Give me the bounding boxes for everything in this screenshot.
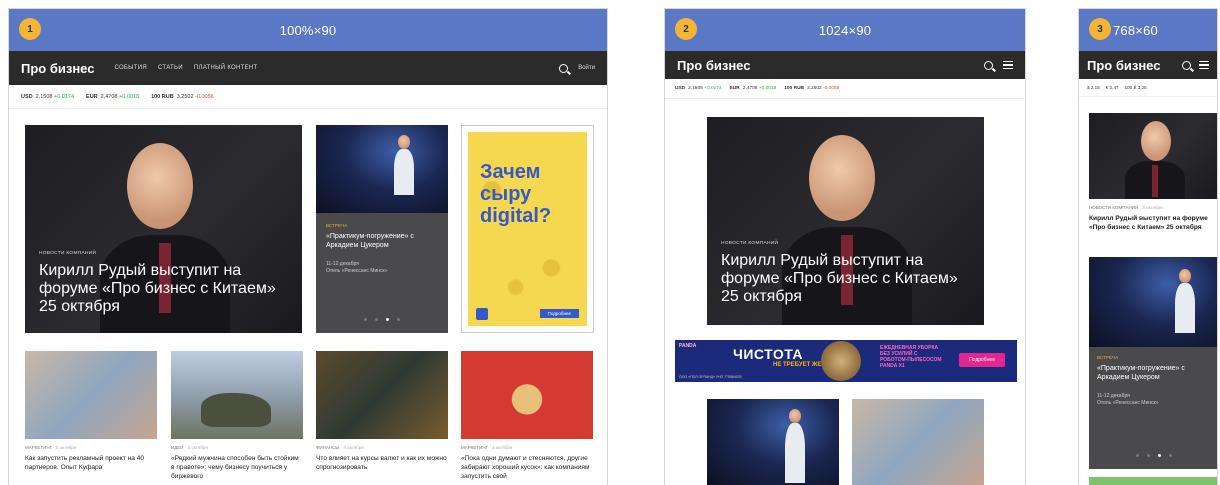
currency-bar: USD 2,1508 +0,0174 EUR 2,4708 +0,0018 100 …: [9, 85, 607, 109]
banner-legal: ООО «ПОЛ ОРЛАНД» УНП 775584033: [679, 375, 742, 379]
currency-usd: USD 2,1508 +0,0174: [21, 93, 75, 100]
card-title[interactable]: Что влияет на курсы валют и как их можно…: [316, 454, 448, 472]
ad-line-3: digital?: [480, 205, 552, 227]
site-nav: Про бизнес: [1079, 51, 1217, 79]
article-card-4[interactable]: Маркетинг 4 октября «Пока одни думают и с…: [461, 445, 593, 481]
article-card-3[interactable]: Финансы 4 октября Что влияет на курсы вал…: [316, 445, 448, 472]
frame-desktop: 1 100%×90 Про бизнес События Статьи Плат…: [8, 8, 608, 485]
ad-line-2: сыру: [480, 183, 532, 205]
ad-banner-panda[interactable]: PANDA ЧИСТОТА НЕ ТРЕБУЕТ ЖЕРТВ ЕЖЕДНЕВНА…: [675, 340, 1017, 382]
frame-header: 1 100%×90: [9, 9, 607, 51]
ad-line-1: Зачем: [480, 161, 541, 183]
ad-digital-cheese[interactable]: Зачем сыру digital? Подробнее: [461, 125, 594, 333]
frame-header: 2 1024×90: [665, 9, 1025, 51]
frame-number-badge: 1: [19, 18, 41, 40]
site-logo[interactable]: Про бизнес: [1087, 58, 1160, 73]
hero-card-mobile[interactable]: Новости компаний 3 октября Кирилл Рудый в…: [1089, 205, 1217, 232]
currency-bar: USD 2,1508 +0,0174 EUR 2,4708 +0,0018 100 …: [665, 79, 1025, 99]
site-nav: Про бизнес: [665, 51, 1025, 79]
robot-vacuum-icon: [821, 341, 861, 381]
card-photo-3[interactable]: [316, 351, 448, 439]
site-logo[interactable]: Про бизнес: [677, 58, 750, 73]
card-photo-event[interactable]: [707, 399, 839, 485]
card-photo-1[interactable]: [25, 351, 157, 439]
card-title[interactable]: «Пока одни думают и стесняются, другие з…: [461, 454, 593, 481]
site-logo[interactable]: Про бизнес: [21, 61, 94, 76]
hero-title[interactable]: Кирилл Рудый выступит на форуме «Про биз…: [39, 262, 294, 316]
event-title[interactable]: «Практикум-погружение» с Аркадием Цукеро…: [1097, 364, 1211, 383]
ad-brand-logo-icon: [476, 308, 488, 320]
banner-promo: ЕЖЕДНЕВНАЯ УБОРКА БЕЗ УСИЛИЙ С РОБОТОМ-П…: [880, 345, 942, 369]
frame-number-badge: 3: [1089, 18, 1111, 40]
article-card-2[interactable]: Идеи 4 октября «Редкий мужчина способен б…: [171, 445, 303, 481]
hero-card[interactable]: Новости компаний Кирилл Рудый выступит н…: [25, 125, 302, 333]
ad-more-button[interactable]: Подробнее: [539, 309, 579, 318]
hero-card[interactable]: Новости компаний Кирилл Рудый выступит н…: [707, 117, 984, 325]
frame-mobile: 3 768×60 Про бизнес $ 2,15 € 2,47 100 ₽ …: [1078, 8, 1218, 485]
card-photo-4[interactable]: [461, 351, 593, 439]
event-meta: 11-12 декабря Отель «Ренессанс Минск»: [326, 260, 388, 275]
search-icon[interactable]: [1182, 60, 1191, 70]
currency-eur: EUR 2,4708 +0,0018: [86, 93, 140, 100]
event-category: Встреча: [1097, 355, 1119, 360]
next-card-photo[interactable]: [1089, 477, 1217, 485]
search-icon[interactable]: [559, 63, 569, 73]
currency-bar: $ 2,15 € 2,47 100 ₽ 3,25: [1079, 79, 1217, 97]
frame-header: 3 768×60: [1079, 9, 1217, 51]
card-title[interactable]: «Редкий мужчина способен быть стойким в …: [171, 454, 303, 481]
menu-item-articles[interactable]: Статьи: [158, 65, 183, 71]
article-card-1[interactable]: Маркетинг 5 октября Как запустить рекламн…: [25, 445, 157, 472]
menu-item-paid[interactable]: Платный контент: [194, 65, 258, 71]
hero-category: Новости компаний: [721, 241, 779, 246]
event-photo[interactable]: [1089, 257, 1217, 347]
hero-photo[interactable]: [1089, 113, 1217, 199]
event-card[interactable]: Встреча «Практикум-погружение» с Аркадие…: [1089, 347, 1217, 469]
frame-number-badge: 2: [675, 18, 697, 40]
login-link[interactable]: Войти: [578, 65, 595, 71]
carousel-dots[interactable]: [1089, 454, 1217, 457]
card-photo-2[interactable]: [171, 351, 303, 439]
banner-brand: PANDA: [679, 343, 697, 349]
currency-rub: 100 RUB 3,2502 -0,0056: [151, 93, 214, 100]
card-title[interactable]: Как запустить рекламный проект на 40 пар…: [25, 454, 157, 472]
search-icon[interactable]: [984, 60, 993, 70]
frame-tablet: 2 1024×90 Про бизнес USD 2,1508 +0,0174 E…: [664, 8, 1026, 485]
event-title[interactable]: «Практикум-погружение» с Аркадием Цукеро…: [326, 232, 438, 251]
menu-icon[interactable]: [1003, 61, 1013, 69]
event-photo[interactable]: [316, 125, 448, 213]
hero-category: Новости компаний: [39, 251, 97, 256]
banner-more-button[interactable]: Подробнее: [959, 353, 1005, 367]
frame-size-label: 1024×90: [818, 22, 872, 38]
frame-size-label: 768×60: [1113, 22, 1158, 38]
event-meta: 11-12 декабря Отель «Ренессанс Минск»: [1097, 392, 1159, 407]
menu-item-events[interactable]: События: [114, 65, 147, 71]
hero-title[interactable]: Кирилл Рудый выступит на форуме «Про биз…: [1089, 214, 1217, 232]
site-nav: Про бизнес События Статьи Платный контен…: [9, 51, 607, 85]
card-photo-women[interactable]: [852, 399, 984, 485]
carousel-dots[interactable]: [316, 318, 448, 321]
frame-size-label: 100%×90: [279, 22, 337, 38]
event-card[interactable]: Встреча «Практикум-погружение» с Аркадие…: [316, 213, 448, 333]
hero-title[interactable]: Кирилл Рудый выступит на форуме «Про биз…: [721, 252, 976, 306]
menu-icon[interactable]: [1199, 61, 1209, 69]
event-category: Встреча: [326, 223, 348, 228]
banner-headline: ЧИСТОТА: [733, 346, 804, 362]
